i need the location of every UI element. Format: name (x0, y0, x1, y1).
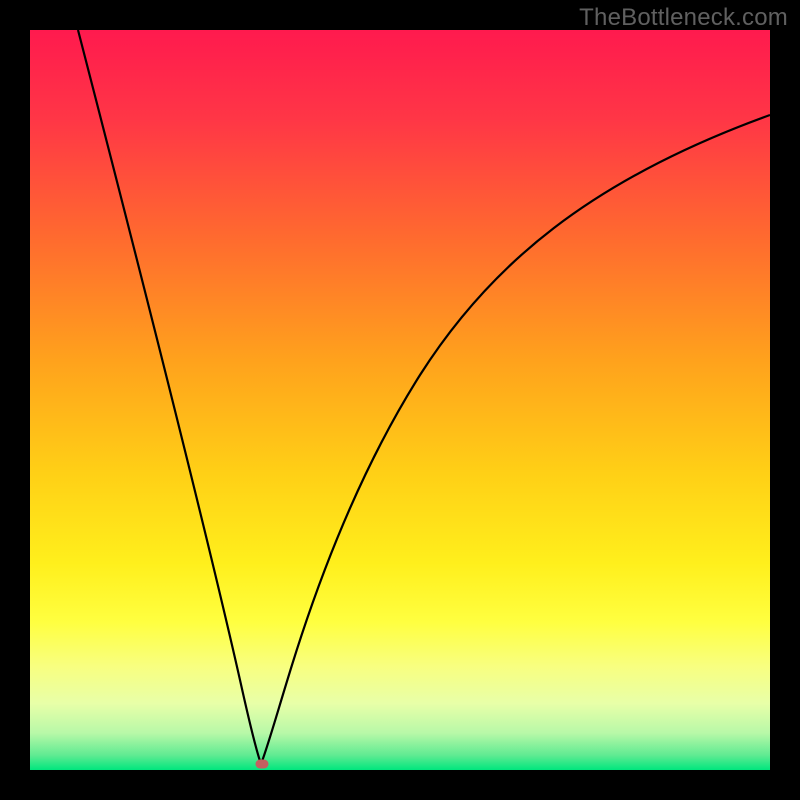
watermark-text: TheBottleneck.com (579, 4, 788, 32)
bottleneck-curve (30, 30, 770, 770)
curve-left (78, 30, 261, 764)
plot-area (30, 30, 770, 770)
minimum-marker (255, 760, 268, 769)
curve-right (261, 115, 770, 764)
chart-frame: TheBottleneck.com (0, 0, 800, 800)
